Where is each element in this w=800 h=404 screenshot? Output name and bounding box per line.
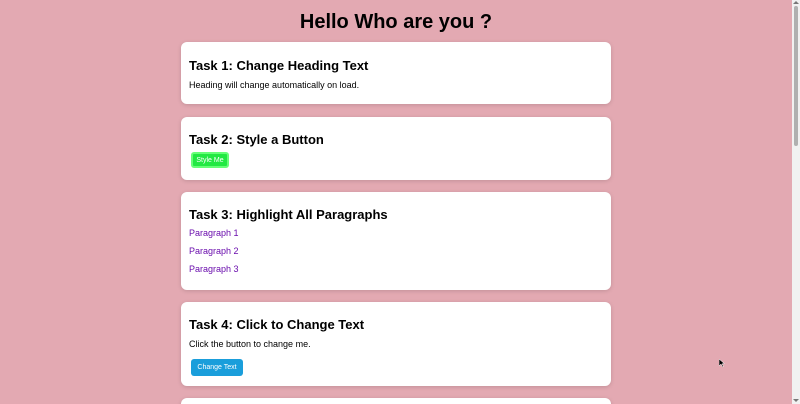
page: Hello Who are you ? Task 1: Change Headi…: [0, 0, 792, 404]
vertical-scrollbar[interactable]: [792, 0, 800, 404]
style-me-button[interactable]: Style Me: [191, 152, 229, 168]
task2-title: Task 2: Style a Button: [189, 132, 324, 147]
scroll-up-arrow-icon[interactable]: [793, 1, 799, 4]
task4-card: Task 4: Click to Change Text Click the b…: [181, 302, 611, 386]
scroll-thumb[interactable]: [794, 6, 798, 146]
task4-title: Task 4: Click to Change Text: [189, 317, 365, 332]
task5-card: [181, 398, 611, 404]
paragraph-3: Paragraph 3: [189, 264, 239, 274]
task4-text: Click the button to change me.: [189, 339, 311, 349]
task1-text: Heading will change automatically on loa…: [189, 80, 360, 90]
task3-title: Task 3: Highlight All Paragraphs: [189, 207, 388, 222]
task3-card: Task 3: Highlight All Paragraphs Paragra…: [181, 192, 611, 290]
paragraph-2: Paragraph 2: [189, 246, 239, 256]
change-text-button[interactable]: Change Text: [191, 359, 243, 376]
scroll-down-arrow-icon[interactable]: [793, 399, 799, 402]
task2-card: Task 2: Style a Button Style Me: [181, 117, 611, 180]
task1-title: Task 1: Change Heading Text: [189, 58, 369, 73]
page-title: Hello Who are you ?: [299, 11, 493, 33]
task1-card: Task 1: Change Heading Text Heading will…: [181, 42, 611, 104]
paragraph-1: Paragraph 1: [189, 228, 239, 238]
mouse-cursor-icon: [719, 359, 725, 367]
